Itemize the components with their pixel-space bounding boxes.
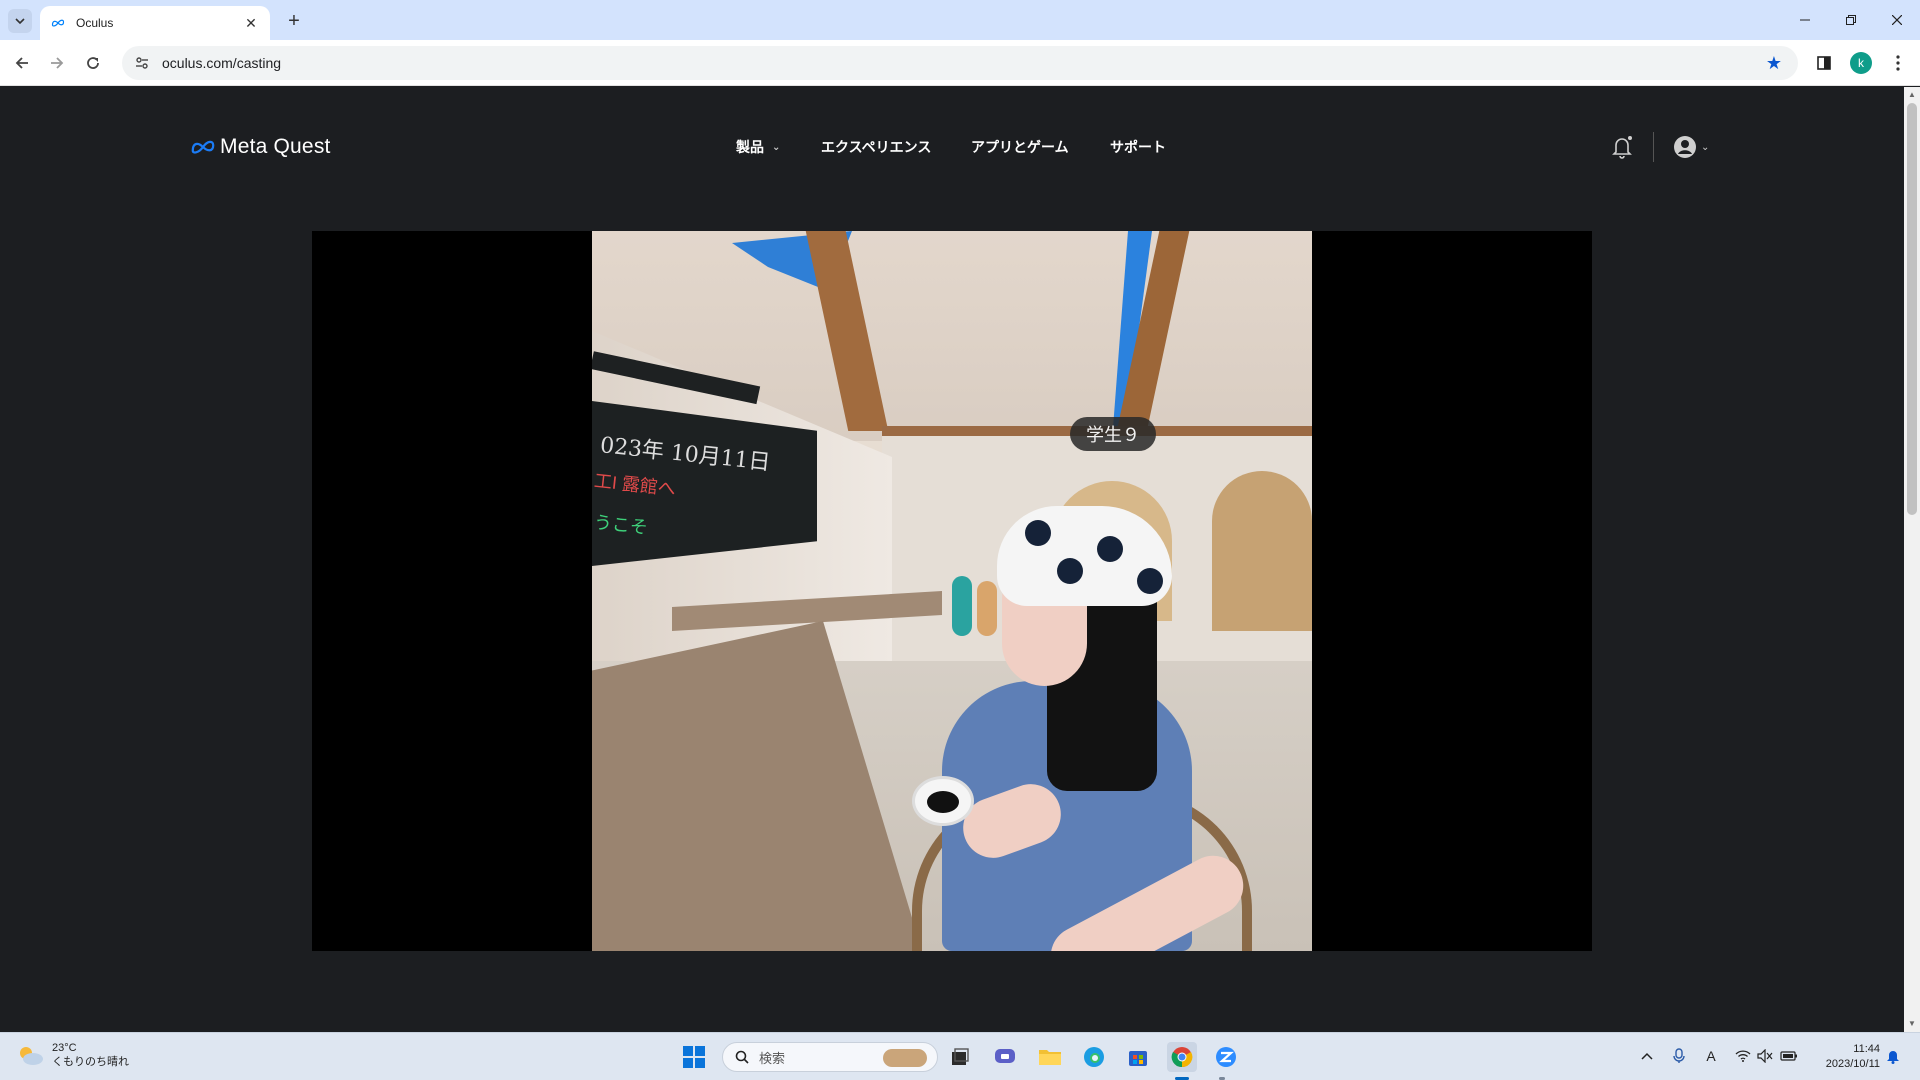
tab-search-button[interactable] xyxy=(8,9,32,33)
folder-icon xyxy=(1039,1050,1061,1065)
store-button[interactable] xyxy=(1123,1042,1153,1072)
microphone-button[interactable] xyxy=(1668,1045,1690,1067)
volume-muted-icon xyxy=(1757,1049,1773,1063)
wifi-icon xyxy=(1735,1050,1751,1062)
avatar-nametag: 学生９ xyxy=(1070,417,1156,451)
coffee-cup xyxy=(912,776,974,826)
windows-taskbar: 23°C くもりのち晴れ 検索 A 11:44 2023/10/11 xyxy=(0,1032,1920,1080)
restore-icon xyxy=(1846,15,1856,25)
volume-button[interactable] xyxy=(1754,1045,1776,1067)
search-highlight-image xyxy=(883,1049,927,1067)
chevron-down-icon: ⌄ xyxy=(772,141,781,153)
store-icon xyxy=(1129,1051,1147,1066)
wifi-button[interactable] xyxy=(1732,1045,1754,1067)
bookmark-star-icon[interactable]: ★ xyxy=(1764,53,1784,73)
start-button[interactable] xyxy=(679,1042,709,1072)
edge-icon xyxy=(1084,1047,1104,1067)
nav-label: アプリとゲーム xyxy=(971,139,1069,155)
nav-label: 製品 xyxy=(736,139,764,155)
chevron-down-icon xyxy=(15,18,25,25)
scrollbar-thumb[interactable] xyxy=(1907,103,1917,515)
windows-logo-icon xyxy=(683,1046,705,1068)
close-icon xyxy=(1892,15,1902,25)
scroll-up-icon[interactable]: ▲ xyxy=(1908,91,1916,99)
weather-condition: くもりのち晴れ xyxy=(52,1056,129,1068)
zoom-icon xyxy=(1216,1047,1236,1067)
arrow-left-icon xyxy=(15,57,28,69)
user-avatar-icon xyxy=(1674,136,1696,158)
ime-indicator[interactable]: A xyxy=(1700,1045,1722,1067)
weather-widget[interactable]: 23°C くもりのち晴れ xyxy=(16,1041,129,1069)
page-scrollbar[interactable]: ▲ ▼ xyxy=(1904,87,1920,1032)
page-content: Meta Quest 製品 ⌄ エクスペリエンス アプリとゲーム サポート ⌄ xyxy=(0,87,1904,1032)
teams-chat-button[interactable] xyxy=(990,1042,1020,1072)
new-tab-button[interactable]: + xyxy=(282,9,306,33)
vr-scene: 023年 10月11日 工I 露館へ うこそ 学生９ xyxy=(592,231,1312,951)
header-divider xyxy=(1653,132,1654,162)
chat-icon xyxy=(995,1049,1015,1063)
nav-apps-games[interactable]: アプリとゲーム xyxy=(971,132,1069,162)
site-info-icon[interactable] xyxy=(132,53,152,73)
nav-label: サポート xyxy=(1110,139,1166,155)
file-explorer-button[interactable] xyxy=(1035,1042,1065,1072)
minimize-button[interactable] xyxy=(1782,0,1828,40)
search-label: 検索 xyxy=(759,1050,786,1066)
browser-tab[interactable]: Oculus ✕ xyxy=(40,6,270,40)
chevron-up-icon xyxy=(1641,1052,1653,1060)
chevron-down-icon: ⌄ xyxy=(1701,141,1710,153)
microphone-icon xyxy=(1673,1048,1685,1063)
minimize-icon xyxy=(1800,19,1810,21)
account-menu-button[interactable]: ⌄ xyxy=(1673,133,1717,161)
taskbar-search[interactable]: 検索 xyxy=(722,1042,938,1072)
clock-date: 2023/10/11 xyxy=(1825,1058,1880,1070)
side-panel-button[interactable] xyxy=(1812,51,1836,75)
scroll-down-icon[interactable]: ▼ xyxy=(1908,1020,1916,1028)
search-icon xyxy=(735,1050,749,1064)
tab-strip: Oculus ✕ + xyxy=(0,0,1920,40)
nav-support[interactable]: サポート xyxy=(1110,132,1166,162)
taskbar-clock[interactable]: 11:44 2023/10/11 xyxy=(1810,1042,1880,1072)
nav-experiences[interactable]: エクスペリエンス xyxy=(821,132,931,162)
tray-overflow-button[interactable] xyxy=(1636,1045,1658,1067)
notification-bell-icon[interactable] xyxy=(1610,134,1634,160)
close-tab-icon[interactable]: ✕ xyxy=(242,14,260,32)
edge-button[interactable] xyxy=(1079,1042,1109,1072)
forward-button[interactable] xyxy=(45,51,69,75)
arched-window xyxy=(1212,471,1312,631)
partly-cloudy-icon xyxy=(20,1047,43,1065)
chrome-icon xyxy=(1171,1047,1193,1068)
notification-bell-icon xyxy=(1887,1051,1899,1064)
nav-products[interactable]: 製品 ⌄ xyxy=(736,132,780,162)
nav-label: エクスペリエンス xyxy=(821,139,932,155)
weather-temp: 23°C xyxy=(52,1042,77,1054)
zoom-button[interactable] xyxy=(1211,1042,1241,1072)
notifications-button[interactable] xyxy=(1882,1045,1904,1067)
meta-favicon-icon xyxy=(50,15,66,31)
battery-button[interactable] xyxy=(1778,1045,1800,1067)
task-view-icon xyxy=(952,1048,969,1065)
address-bar[interactable]: oculus.com/casting ★ xyxy=(122,46,1798,80)
more-vertical-icon xyxy=(1896,55,1900,71)
url-text: oculus.com/casting xyxy=(162,55,282,71)
browser-toolbar: oculus.com/casting ★ k xyxy=(0,40,1920,86)
reload-button[interactable] xyxy=(81,51,105,75)
side-panel-icon xyxy=(1817,56,1831,70)
clock-time: 11:44 xyxy=(1853,1043,1880,1055)
battery-icon xyxy=(1780,1051,1797,1061)
close-window-button[interactable] xyxy=(1874,0,1920,40)
tab-title: Oculus xyxy=(76,16,114,30)
back-button[interactable] xyxy=(10,51,34,75)
restore-button[interactable] xyxy=(1828,0,1874,40)
avatar-hat xyxy=(997,506,1172,606)
reload-icon xyxy=(87,57,99,69)
arrow-right-icon xyxy=(51,57,64,69)
board-text: うこそ xyxy=(592,512,649,538)
task-view-button[interactable] xyxy=(945,1042,975,1072)
chrome-button[interactable] xyxy=(1167,1042,1197,1072)
browser-menu-button[interactable] xyxy=(1886,51,1910,75)
profile-avatar[interactable]: k xyxy=(1850,52,1872,74)
cast-video[interactable]: 023年 10月11日 工I 露館へ うこそ 学生９ xyxy=(312,231,1592,951)
